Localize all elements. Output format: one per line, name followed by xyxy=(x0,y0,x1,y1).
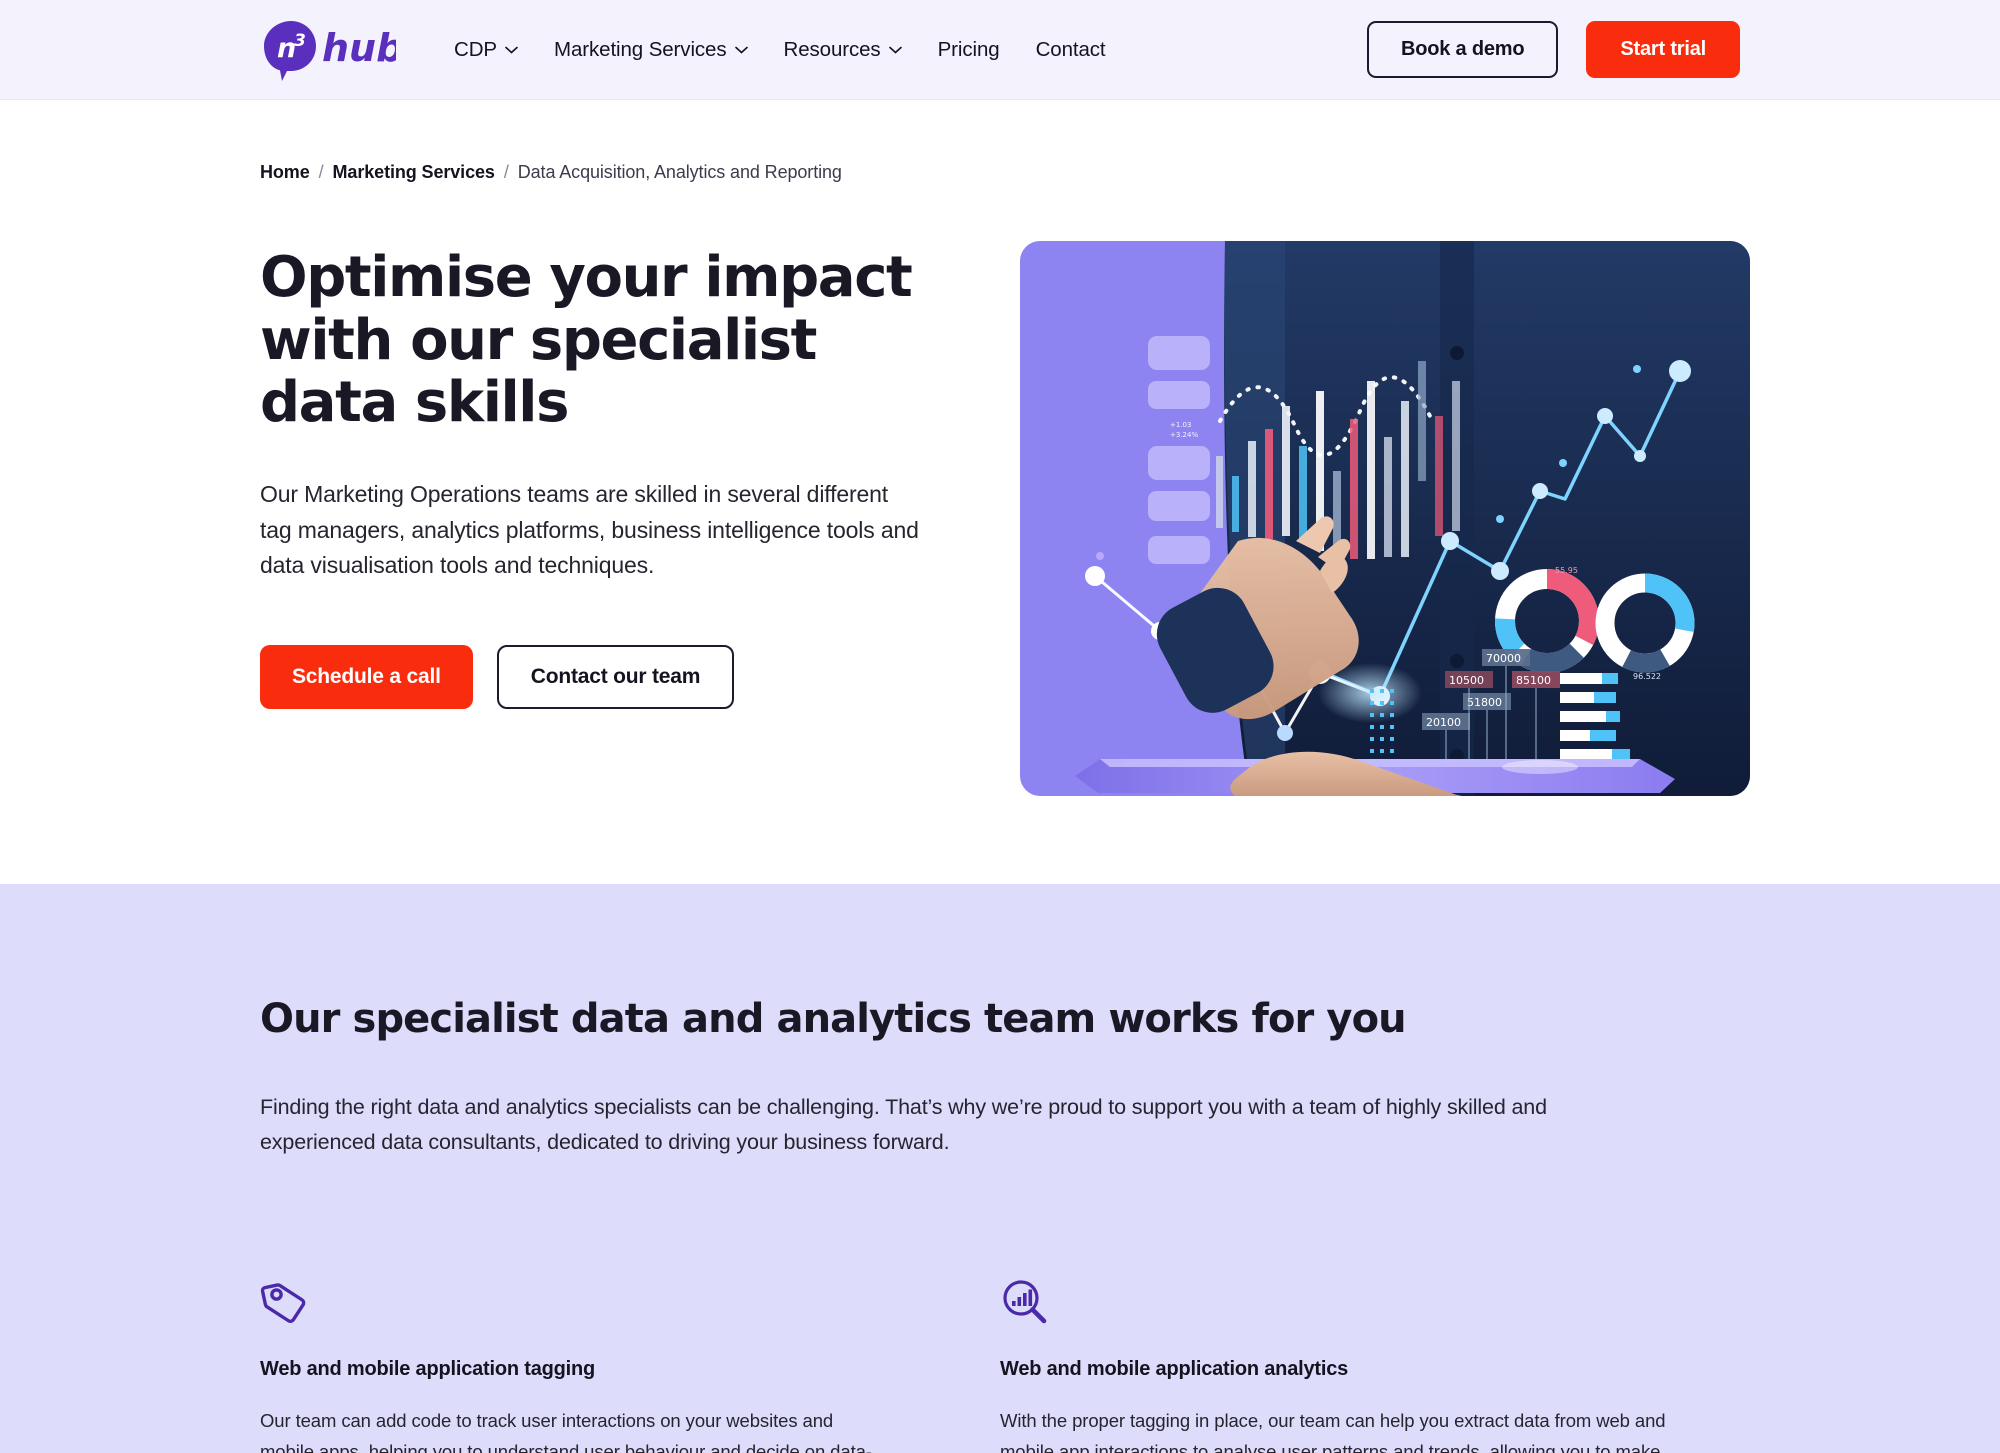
chevron-down-icon xyxy=(888,46,902,54)
nav-item-pricing[interactable]: Pricing xyxy=(920,32,1018,68)
specialist-team-section: Our specialist data and analytics team w… xyxy=(0,884,2000,1453)
hero-text-column: Optimise your impact with our specialist… xyxy=(260,239,960,710)
site-header: n 3 hub CDP Marketing Services Resources… xyxy=(0,0,2000,100)
nav-item-resources[interactable]: Resources xyxy=(766,32,920,68)
svg-text:20100: 20100 xyxy=(1426,716,1461,729)
svg-text:+3.24%: +3.24% xyxy=(1170,431,1198,439)
nav-item-marketing-services[interactable]: Marketing Services xyxy=(536,32,766,68)
tag-icon xyxy=(260,1278,880,1328)
nav-item-contact[interactable]: Contact xyxy=(1018,32,1124,68)
feature-title: Web and mobile application tagging xyxy=(260,1357,596,1380)
feature-body: Our team can add code to track user inte… xyxy=(260,1409,872,1453)
svg-text:96.522: 96.522 xyxy=(1633,672,1661,681)
tag-icon-glyph xyxy=(260,1282,306,1323)
contact-team-button[interactable]: Contact our team xyxy=(496,645,735,710)
svg-text:55.95: 55.95 xyxy=(1555,566,1578,575)
book-demo-button[interactable]: Book a demo xyxy=(1367,21,1559,78)
svg-text:85100: 85100 xyxy=(1516,674,1551,687)
start-trial-button[interactable]: Start trial xyxy=(1586,21,1740,78)
svg-text:3: 3 xyxy=(294,31,306,51)
hero-cta-group: Schedule a call Contact our team xyxy=(260,645,960,710)
nav-item-label: CDP xyxy=(454,37,497,61)
hero-section: Home / Marketing Services / Data Acquisi… xyxy=(0,100,2000,796)
section-description: Finding the right data and analytics spe… xyxy=(260,1095,1547,1154)
feature-title: Web and mobile application analytics xyxy=(1000,1357,1349,1380)
hero-content: Optimise your impact with our specialist… xyxy=(260,183,1750,796)
feature-list: Web and mobile application tagging Our t… xyxy=(260,1278,1740,1453)
schedule-call-button[interactable]: Schedule a call xyxy=(260,645,473,710)
breadcrumb-current: Data Acquisition, Analytics and Reportin… xyxy=(517,162,842,182)
hero-subtitle: Our Marketing Operations teams are skill… xyxy=(260,481,919,578)
breadcrumb: Home / Marketing Services / Data Acquisi… xyxy=(260,100,1740,183)
chevron-down-icon xyxy=(734,46,748,54)
chevron-down-icon xyxy=(505,46,518,54)
breadcrumb-separator: / xyxy=(503,162,509,182)
hero-image: +1.03 +3.24% 55.95 96.522 70000 85100 10… xyxy=(1020,241,1750,796)
svg-text:hub: hub xyxy=(322,26,396,70)
analytics-magnifier-icon xyxy=(1000,1278,1710,1328)
feature-body: With the proper tagging in place, our te… xyxy=(1000,1409,1666,1453)
nav-item-cdp[interactable]: CDP xyxy=(454,32,536,68)
header-actions: Book a demo Start trial xyxy=(1367,21,1740,78)
magnifier-bar-chart-icon-glyph xyxy=(1003,1280,1047,1323)
breadcrumb-home[interactable]: Home xyxy=(260,162,310,183)
nav-item-label: Marketing Services xyxy=(553,37,727,61)
brand-logo[interactable]: n 3 hub xyxy=(260,18,396,82)
section-title: Our specialist data and analytics team w… xyxy=(260,996,1407,1042)
nav-item-label: Contact xyxy=(1035,37,1106,61)
page-title: Optimise your impact with our specialist… xyxy=(260,245,913,436)
feature-card-tagging: Web and mobile application tagging Our t… xyxy=(260,1278,1000,1453)
feature-card-analytics: Web and mobile application analytics Wit… xyxy=(1000,1278,1740,1453)
breadcrumb-marketing-services[interactable]: Marketing Services xyxy=(333,162,495,183)
breadcrumb-separator: / xyxy=(318,162,324,182)
analytics-tablet-illustration: +1.03 +3.24% 55.95 96.522 70000 85100 10… xyxy=(1020,241,1750,796)
nav-item-label: Pricing xyxy=(937,37,1000,61)
main-navigation: CDP Marketing Services Resources Pricing… xyxy=(454,32,1124,68)
svg-text:70000: 70000 xyxy=(1486,652,1521,665)
svg-text:51800: 51800 xyxy=(1467,696,1502,709)
nav-item-label: Resources xyxy=(783,37,881,61)
svg-text:10500: 10500 xyxy=(1449,674,1484,687)
n3-hub-logo-icon: n 3 hub xyxy=(264,20,396,81)
svg-text:+1.03: +1.03 xyxy=(1170,421,1191,429)
